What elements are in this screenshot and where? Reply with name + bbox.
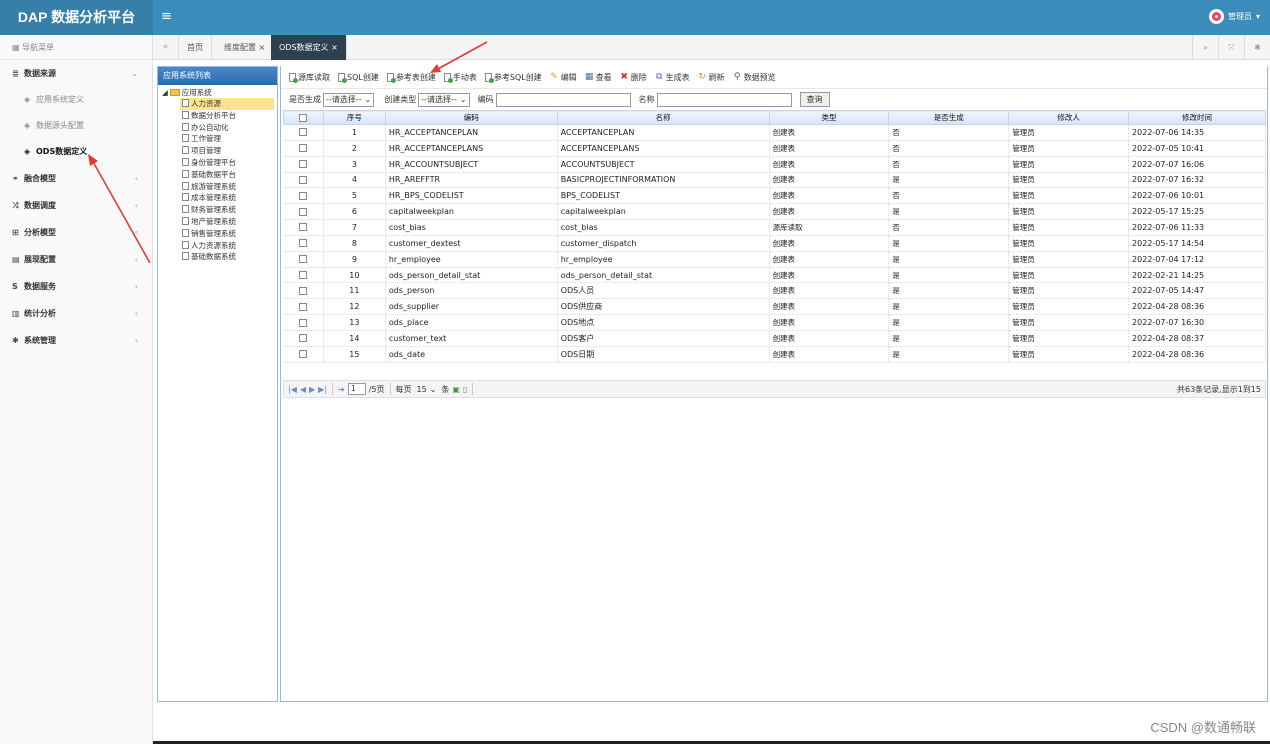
- arrow-to-ref-table-create: [435, 41, 488, 71]
- arrowhead-ods-menu: [88, 154, 98, 166]
- annotation-arrows: [88, 41, 488, 264]
- arrow-to-ods-menu: [91, 159, 151, 264]
- watermark: CSDN @数通畅联: [1150, 720, 1256, 735]
